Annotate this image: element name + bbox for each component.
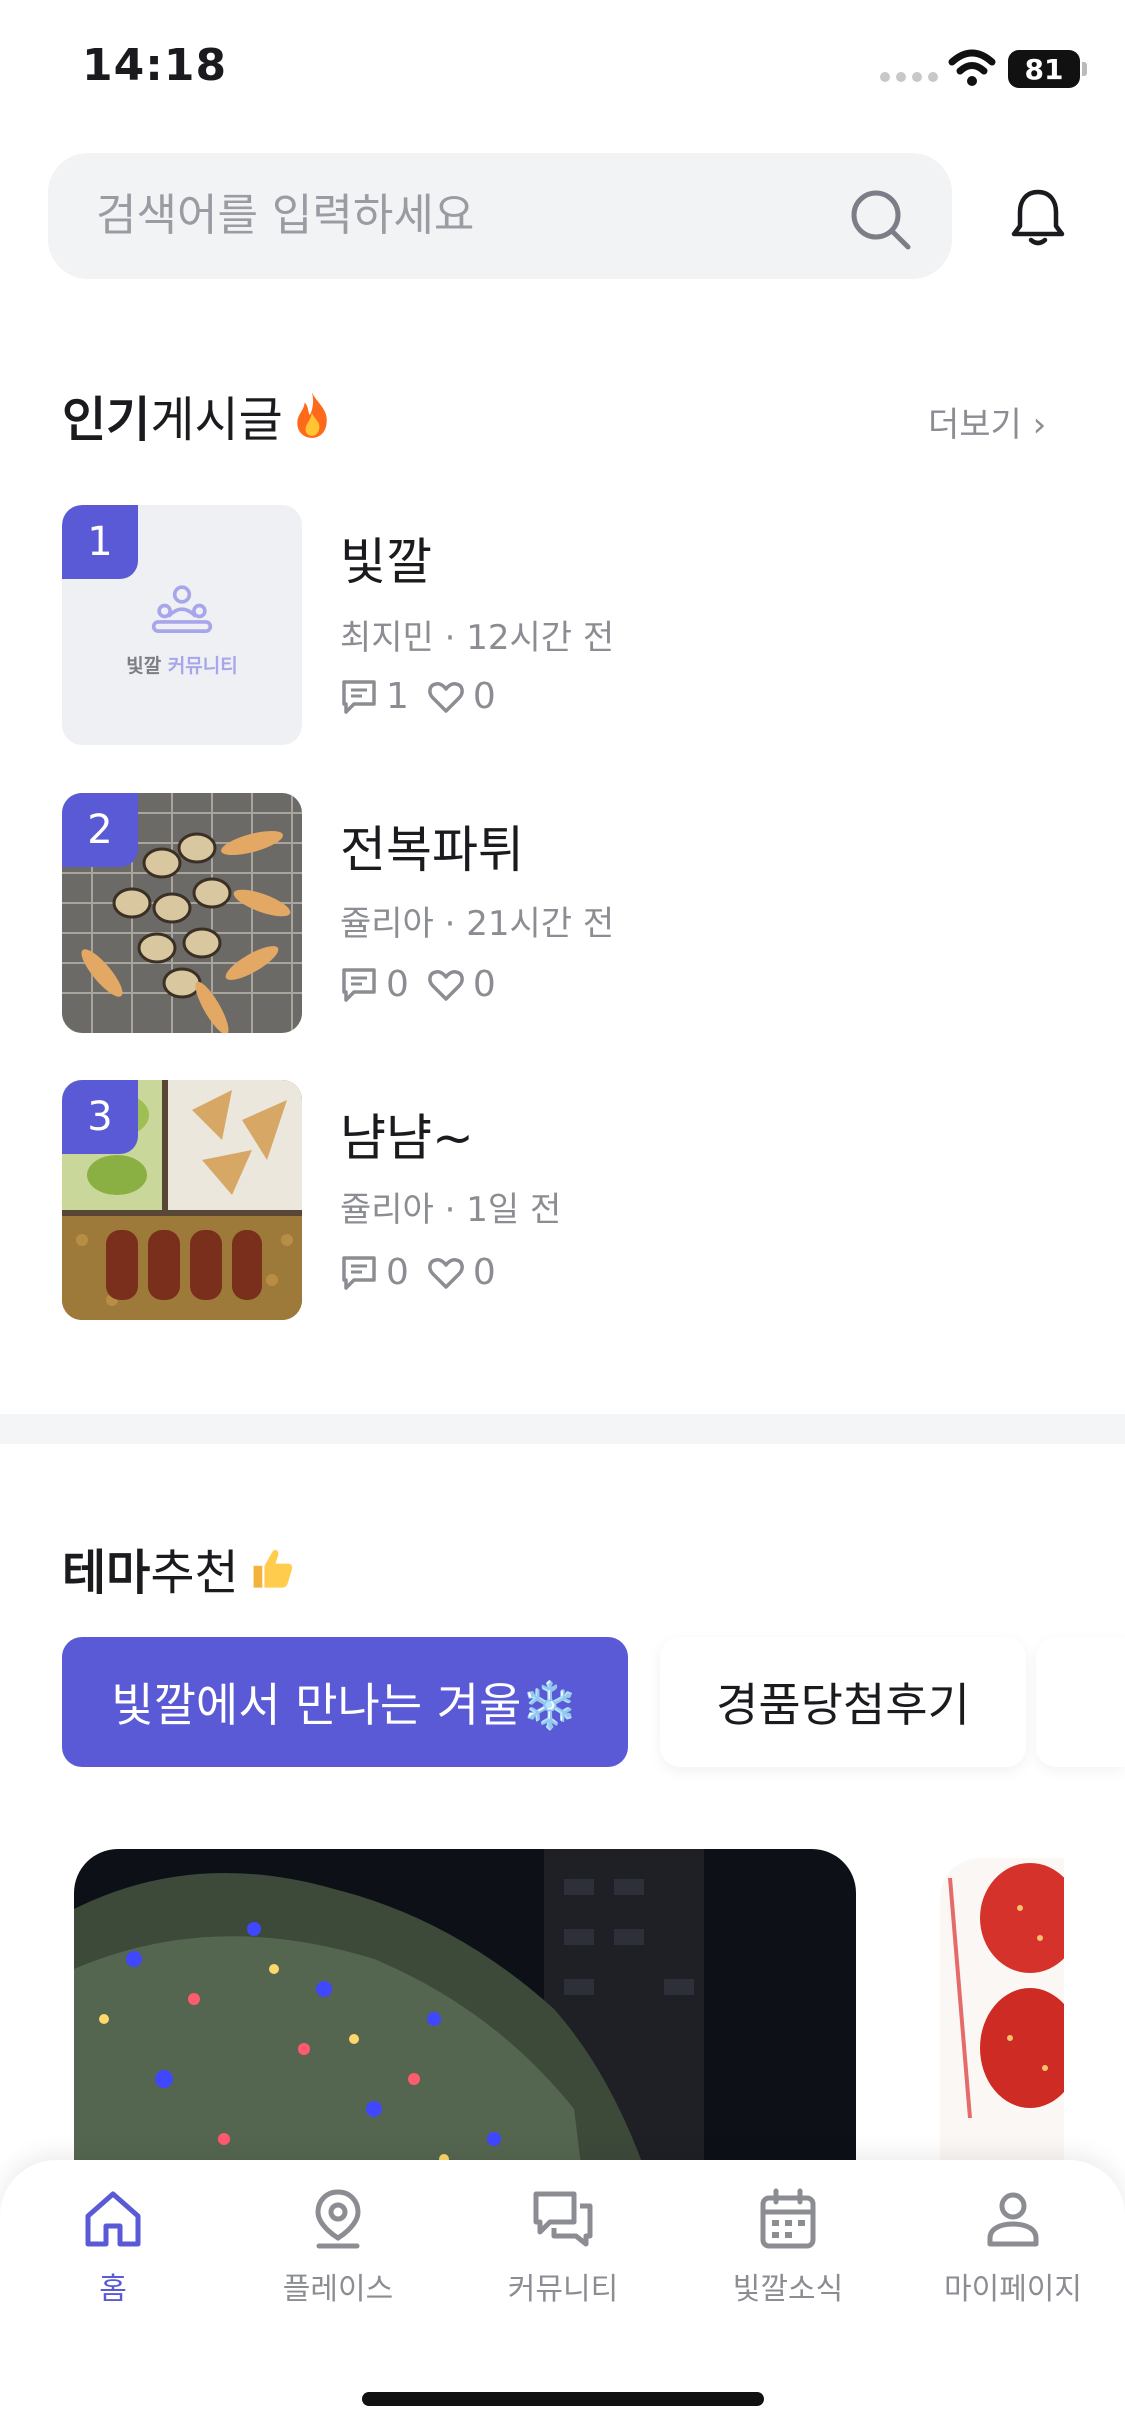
- post-title[interactable]: 빛깔: [340, 522, 432, 594]
- fire-icon: [297, 392, 327, 438]
- tab-home[interactable]: 홈: [13, 2186, 213, 2308]
- popular-title-rest: 게시글: [150, 392, 283, 448]
- battery-icon: 81: [1008, 50, 1080, 88]
- like-count: 0: [472, 964, 496, 1005]
- search-bar[interactable]: [48, 153, 952, 279]
- post-meta: 쥴리아 · 1일 전: [340, 1190, 562, 1230]
- section-divider: [0, 1414, 1125, 1444]
- post-meta: 최지민 · 12시간 전: [340, 618, 615, 658]
- status-time: 14:18: [82, 40, 228, 91]
- post-stats: 0 0: [340, 964, 496, 1005]
- like-count: 0: [472, 676, 496, 717]
- tab-label: 빛깔소식: [732, 2272, 844, 2307]
- thumbs-up-icon: [253, 1549, 292, 1588]
- theme-title-rest: 추천: [150, 1545, 239, 1601]
- search-icon[interactable]: [846, 185, 914, 253]
- tab-label: 커뮤니티: [507, 2272, 619, 2307]
- comment-icon: [342, 679, 376, 714]
- tab-news[interactable]: 빛깔소식: [688, 2186, 888, 2308]
- location-pin-icon: [315, 2189, 361, 2249]
- theme-chip-prize-review[interactable]: 경품당첨후기: [660, 1637, 1026, 1767]
- theme-chip-overflow[interactable]: [1036, 1637, 1125, 1767]
- chat-icon: [533, 2191, 593, 2247]
- post-stats: 1 0: [340, 676, 496, 717]
- bell-icon[interactable]: [1008, 186, 1068, 248]
- calendar-icon: [760, 2188, 816, 2249]
- heart-icon: [428, 681, 464, 713]
- post-thumbnail-lunchbox[interactable]: 3: [62, 1080, 302, 1320]
- comment-count: 0: [386, 1252, 409, 1293]
- post-thumbnail-abalone[interactable]: 2: [62, 793, 302, 1033]
- home-icon: [85, 2191, 141, 2247]
- search-input[interactable]: [96, 187, 856, 243]
- battery-tip: [1082, 62, 1087, 76]
- theme-heading: 테마 추천: [62, 1533, 295, 1603]
- post-meta: 쥴리아 · 21시간 전: [340, 904, 615, 944]
- tab-label: 플레이스: [282, 2272, 394, 2307]
- heart-icon: [428, 1257, 464, 1289]
- home-indicator: [362, 2392, 764, 2406]
- community-logo-text: 빛깔 커뮤니티: [126, 655, 238, 677]
- popular-title-bold: 인기: [62, 392, 151, 448]
- tab-place[interactable]: 플레이스: [238, 2186, 438, 2308]
- heart-icon: [428, 969, 464, 1001]
- rank-badge: 3: [62, 1080, 138, 1154]
- post-thumbnail-placeholder[interactable]: 빛깔 커뮤니티 1: [62, 505, 302, 745]
- theme-chip-winter[interactable]: 빛깔에서 만나는 겨울❄️: [62, 1637, 628, 1767]
- comment-icon: [342, 967, 376, 1002]
- tab-label: 홈: [99, 2272, 127, 2307]
- post-stats: 0 0: [340, 1252, 496, 1293]
- comment-icon: [342, 1255, 376, 1290]
- wifi-icon: [948, 49, 996, 86]
- community-logo-icon: [151, 585, 213, 633]
- rank-badge: 2: [62, 793, 138, 867]
- cellular-signal-icon: [880, 72, 938, 82]
- theme-title-bold: 테마: [62, 1545, 151, 1601]
- post-title[interactable]: 전복파튀: [340, 810, 524, 882]
- person-icon: [987, 2192, 1039, 2247]
- tab-label: 마이페이지: [944, 2272, 1082, 2307]
- like-count: 0: [472, 1252, 496, 1293]
- post-title[interactable]: 냠냠~: [340, 1098, 474, 1170]
- more-link[interactable]: 더보기 ›: [928, 397, 1046, 446]
- tab-community[interactable]: 커뮤니티: [463, 2186, 663, 2308]
- tab-mypage[interactable]: 마이페이지: [913, 2186, 1113, 2308]
- comment-count: 1: [386, 676, 409, 717]
- rank-badge: 1: [62, 505, 138, 579]
- comment-count: 0: [386, 964, 409, 1005]
- popular-posts-heading: 인기 게시글: [62, 380, 333, 450]
